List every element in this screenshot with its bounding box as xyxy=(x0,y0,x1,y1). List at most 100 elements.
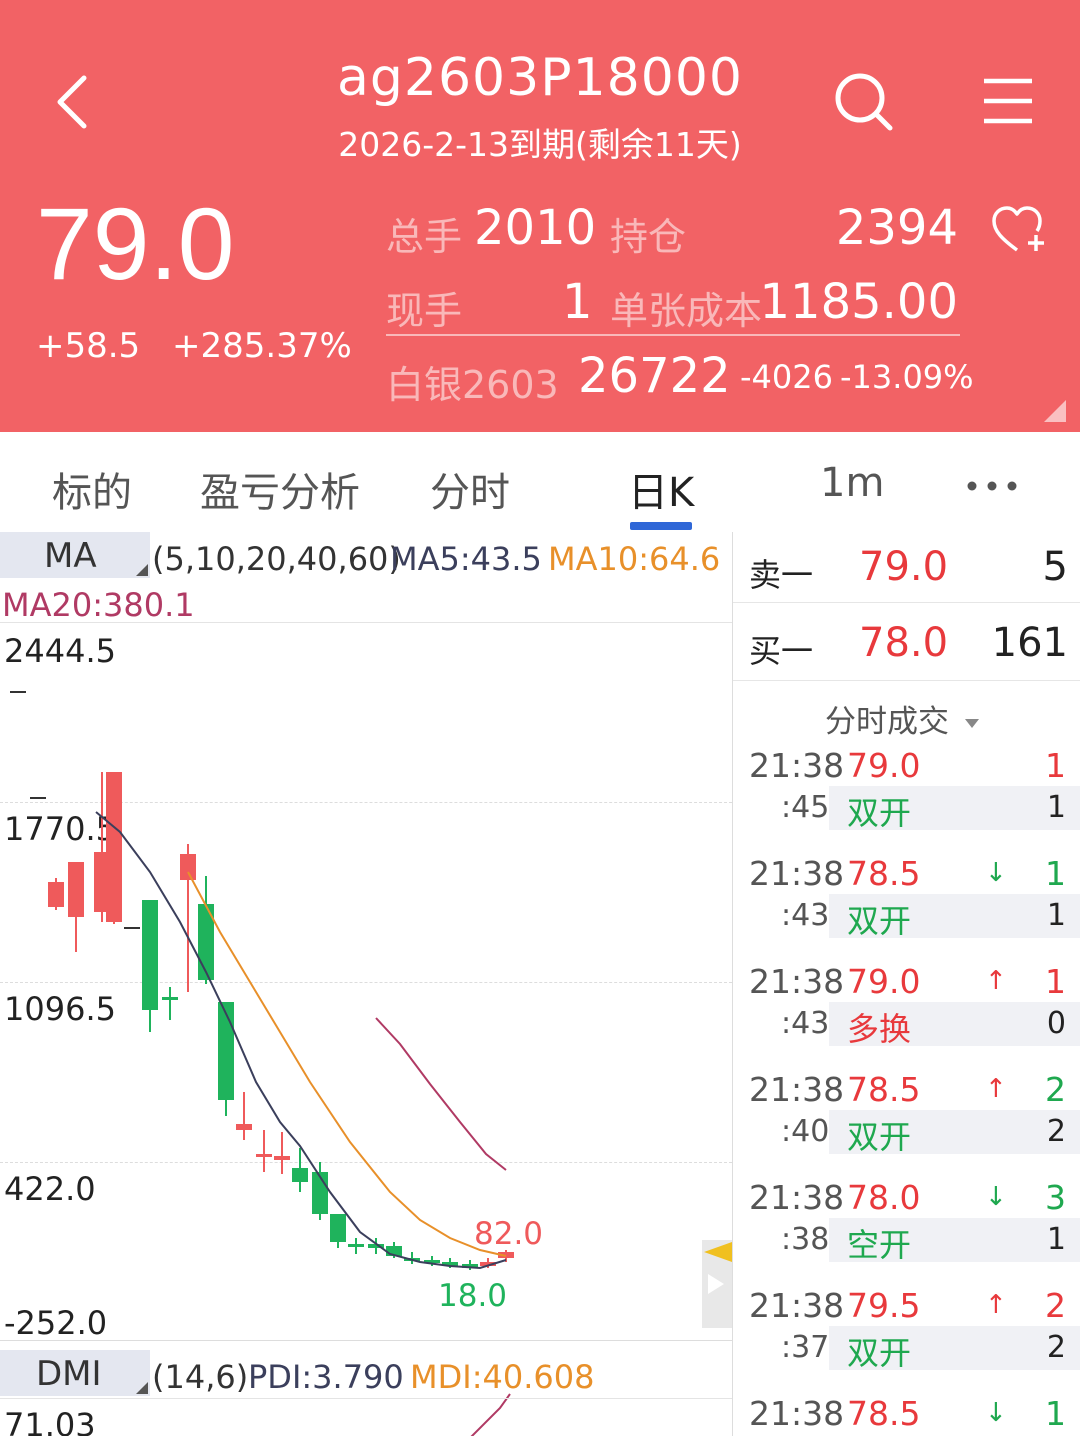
trade-direction-icon: ↓ xyxy=(985,858,1007,888)
trade-time: 21:38 xyxy=(749,1178,845,1217)
trade-volume: 2 xyxy=(1045,1286,1066,1325)
dmi-grid-top xyxy=(0,1398,732,1399)
trade-oi-change: 2 xyxy=(1046,1330,1066,1365)
unit-cost-label: 单张成本 xyxy=(610,289,763,333)
trade-seconds: :40 xyxy=(781,1114,830,1149)
unit-cost-value: 1185.00 xyxy=(759,274,959,330)
trade-row: 21:38 79.0 1:45 双开 1 xyxy=(733,746,1080,846)
tab-intraday[interactable]: 分时 xyxy=(430,460,510,518)
trade-row: 21:38 79.5 ↑ 2:37 双开 2 xyxy=(733,1286,1080,1386)
trade-time: 21:38 xyxy=(749,746,845,785)
ask-row[interactable]: 卖一 79.0 5 xyxy=(733,532,1080,603)
trade-oi-change: 1 xyxy=(1046,1222,1066,1257)
candle-body xyxy=(48,882,64,907)
tab-1m[interactable]: 1m xyxy=(820,460,884,506)
trade-direction-icon: ↓ xyxy=(985,1398,1007,1428)
trade-price: 78.0 xyxy=(847,1178,921,1217)
mdi-value: MDI:40.608 xyxy=(410,1358,595,1396)
pdi-value: PDI:3.790 xyxy=(248,1358,404,1396)
contract-title: ag2603P18000 xyxy=(337,48,743,108)
trade-seconds: :38 xyxy=(781,1222,830,1257)
trades-header-label: 分时成交 xyxy=(825,704,949,740)
latest-price-marker xyxy=(704,1242,732,1262)
more-dots-icon[interactable] xyxy=(966,480,1018,492)
candle-body xyxy=(330,1214,346,1242)
trade-seconds: :37 xyxy=(781,1330,830,1365)
trade-oi-change: 0 xyxy=(1046,1006,1066,1041)
candle-body xyxy=(218,1002,234,1100)
candle-body xyxy=(274,1156,290,1160)
trade-time: 21:38 xyxy=(749,854,845,893)
candlestick-plot: 82.0 18.0 xyxy=(10,691,543,1436)
bid-volume: 161 xyxy=(991,620,1068,666)
trade-price: 79.0 xyxy=(847,746,921,785)
orderbook-panel: 卖一 79.0 5 买一 78.0 161 分时成交 21:38 79.0 1:45… xyxy=(733,532,1080,1436)
total-volume-value: 2010 xyxy=(474,200,597,256)
add-favorite-heart-icon[interactable] xyxy=(990,204,1048,258)
candle-body xyxy=(68,862,84,917)
candle-body xyxy=(256,1154,272,1157)
trades-header[interactable]: 分时成交 xyxy=(825,696,979,741)
trade-row: 21:38 78.5 ↑ 2:40 双开 2 xyxy=(733,1070,1080,1170)
current-volume-value: 1 xyxy=(562,274,593,330)
trade-direction-icon: ↑ xyxy=(985,1290,1007,1320)
trade-seconds: :43 xyxy=(781,1006,830,1041)
trade-type: 双开 xyxy=(847,1334,912,1372)
trade-price: 79.5 xyxy=(847,1286,921,1325)
tab-daily-k[interactable]: 日K xyxy=(628,460,694,518)
price-change: +58.5 xyxy=(36,326,141,366)
expiry-subtitle: 2026-2-13到期(剩余11天) xyxy=(338,125,742,164)
trade-time: 21:38 xyxy=(749,962,845,1001)
total-volume-label: 总手 xyxy=(386,215,463,259)
dmi-params: (14,6) xyxy=(152,1358,249,1396)
open-interest-value: 2394 xyxy=(835,200,958,256)
trade-price: 78.5 xyxy=(847,1394,921,1433)
trade-time: 21:38 xyxy=(749,1394,845,1433)
tab-underlying[interactable]: 标的 xyxy=(52,460,132,518)
trade-volume: 1 xyxy=(1045,1394,1066,1433)
trade-type: 双开 xyxy=(847,902,912,940)
trade-type: 空开 xyxy=(847,1226,912,1264)
candle-body xyxy=(348,1244,364,1247)
bid-label: 买一 xyxy=(749,632,814,670)
candle-body xyxy=(106,772,122,922)
search-icon[interactable] xyxy=(832,70,896,134)
trade-price: 78.5 xyxy=(847,854,921,893)
dmi-indicator-selector[interactable]: DMI xyxy=(0,1350,150,1396)
bid-row[interactable]: 买一 78.0 161 xyxy=(733,608,1080,681)
trade-volume: 1 xyxy=(1045,746,1066,785)
open-interest-label: 持仓 xyxy=(610,215,687,259)
trade-volume: 1 xyxy=(1045,854,1066,893)
trade-row: 21:38 78.5 ↓ 1 xyxy=(733,1394,1080,1436)
trade-time: 21:38 xyxy=(749,1070,845,1109)
trade-volume: 3 xyxy=(1045,1178,1066,1217)
trade-oi-change: 1 xyxy=(1046,898,1066,933)
ask-volume: 5 xyxy=(1042,544,1068,590)
dmi-y-label: 71.03 xyxy=(4,1406,96,1436)
trade-direction-icon: ↑ xyxy=(985,966,1007,996)
trade-volume: 2 xyxy=(1045,1070,1066,1109)
kline-chart[interactable]: MA (5,10,20,40,60) MA5:43.5 MA10:64.6 MA… xyxy=(0,532,733,1436)
last-price: 79.0 xyxy=(36,187,235,301)
trade-type: 双开 xyxy=(847,1118,912,1156)
underlying-change-pct: -13.09% xyxy=(840,358,974,396)
trade-row: 21:38 78.5 ↓ 1:43 双开 1 xyxy=(733,854,1080,954)
tab-pnl-analysis[interactable]: 盈亏分析 xyxy=(200,460,360,518)
menu-icon[interactable] xyxy=(982,76,1034,126)
trade-volume: 1 xyxy=(1045,962,1066,1001)
trade-direction-icon: ↑ xyxy=(985,1074,1007,1104)
underlying-change: -4026 xyxy=(740,358,833,396)
underlying-price: 26722 xyxy=(578,348,731,404)
price-change-pct: +285.37% xyxy=(172,326,352,366)
trade-type: 双开 xyxy=(847,794,912,832)
trade-direction-icon: ↓ xyxy=(985,1182,1007,1212)
trade-type: 多换 xyxy=(847,1010,912,1048)
trade-oi-change: 1 xyxy=(1046,790,1066,825)
dropdown-caret-icon xyxy=(964,719,979,728)
ask-label: 卖一 xyxy=(749,556,814,594)
trade-price: 79.0 xyxy=(847,962,921,1001)
underlying-name[interactable]: 白银2603 xyxy=(386,354,559,409)
trade-price: 78.5 xyxy=(847,1070,921,1109)
candle-body xyxy=(236,1124,252,1130)
expand-corner-icon[interactable] xyxy=(1044,400,1066,422)
